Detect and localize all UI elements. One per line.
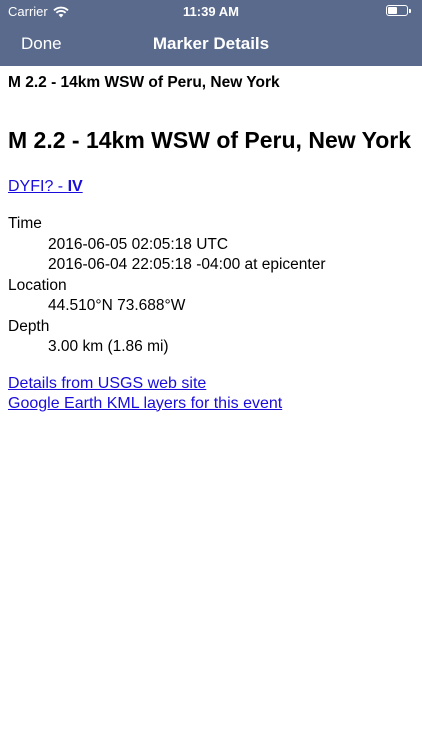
location-label: Location (8, 276, 67, 294)
time-local-value: 2016-06-04 22:05:18 -04:00 at epicenter (48, 256, 326, 273)
event-header-title: M 2.2 - 14km WSW of Peru, New York (8, 74, 280, 91)
marker-details-content: M 2.2 - 14km WSW of Peru, New York M 2.2… (8, 66, 414, 414)
event-title: M 2.2 - 14km WSW of Peru, New York (8, 127, 412, 153)
status-bar: Carrier 11:39 AM (0, 0, 422, 22)
depth-value: 3.00 km (1.86 mi) (48, 338, 169, 355)
navigation-header: Carrier 11:39 AM Done Marker Details (0, 0, 422, 66)
location-value: 44.510°N 73.688°W (48, 297, 186, 314)
time-label: Time (8, 215, 42, 232)
google-earth-kml-link[interactable]: Google Earth KML layers for this event (8, 395, 282, 412)
dyfi-intensity: IV (67, 178, 83, 195)
depth-label: Depth (8, 317, 50, 335)
event-links: Details from USGS web site Google Earth … (8, 374, 414, 414)
status-time: 11:39 AM (183, 4, 239, 19)
dyfi-link-prefix: DYFI? - (8, 178, 68, 195)
usgs-details-link[interactable]: Details from USGS web site (8, 375, 206, 392)
nav-bar: Done Marker Details (0, 22, 422, 66)
time-utc-value: 2016-06-05 02:05:18 UTC (48, 235, 229, 253)
nav-title: Marker Details (152, 34, 270, 53)
dyfi-link[interactable]: DYFI? - IV (8, 178, 83, 196)
battery-icon (386, 5, 411, 16)
event-details-list: Time 2016-06-05 02:05:18 UTC 2016-06-04 … (8, 214, 414, 358)
